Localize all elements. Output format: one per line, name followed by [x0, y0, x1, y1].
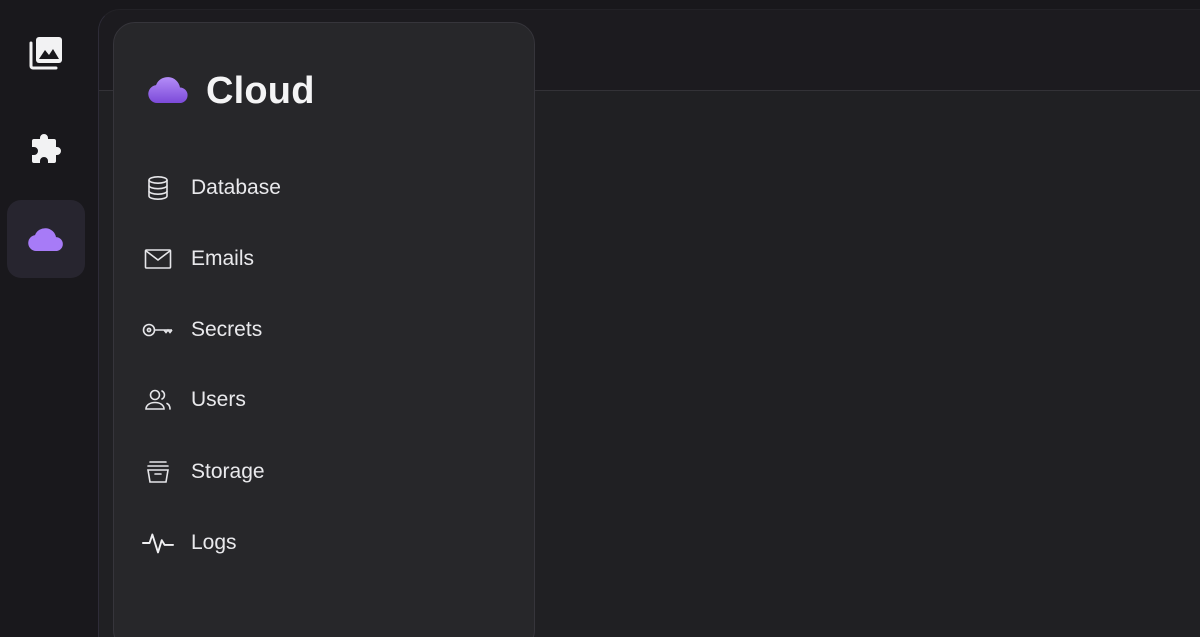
- activity-rail: [0, 0, 92, 637]
- users-icon: [142, 384, 174, 416]
- nav-item-label: Database: [191, 176, 281, 199]
- nav-item-label: Emails: [191, 247, 255, 270]
- nav-item-users[interactable]: Users: [142, 378, 502, 422]
- nav-item-storage[interactable]: Storage: [142, 450, 502, 494]
- activity-icon: [142, 527, 174, 559]
- cloud-panel: Cloud Database Emails Secrets Users Stor…: [113, 22, 535, 637]
- rail-item-photos[interactable]: [7, 14, 85, 92]
- mail-icon: [142, 243, 174, 275]
- rail-item-extensions[interactable]: [7, 108, 85, 186]
- panel-title: Cloud: [206, 69, 315, 112]
- photo-library-icon: [28, 35, 64, 71]
- nav-item-label: Users: [191, 388, 246, 411]
- database-icon: [142, 172, 174, 204]
- nav-item-emails[interactable]: Emails: [142, 237, 502, 281]
- nav-item-label: Logs: [191, 531, 237, 554]
- nav-item-logs[interactable]: Logs: [142, 521, 502, 565]
- nav-item-label: Storage: [191, 460, 265, 483]
- app-window: Cloud Database Emails Secrets Users Stor…: [0, 0, 1200, 637]
- cloud-icon: [26, 224, 66, 254]
- rail-item-cloud[interactable]: [7, 200, 85, 278]
- puzzle-icon: [28, 129, 64, 165]
- key-icon: [142, 314, 174, 346]
- storage-icon: [142, 456, 174, 488]
- nav-item-secrets[interactable]: Secrets: [142, 308, 502, 352]
- nav-item-label: Secrets: [191, 318, 263, 341]
- cloud-logo-icon: [146, 72, 190, 111]
- nav-item-database[interactable]: Database: [142, 166, 502, 210]
- panel-header: Cloud: [146, 69, 315, 113]
